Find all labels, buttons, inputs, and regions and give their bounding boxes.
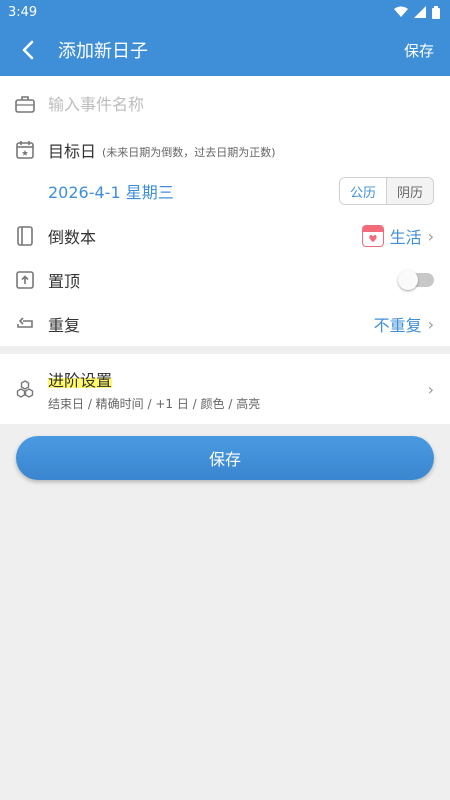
repeat-value: 不重复 — [373, 316, 422, 335]
chevron-right-icon: › — [427, 314, 434, 334]
book-icon — [14, 225, 36, 247]
app-bar: 添加新日子 保存 — [0, 24, 450, 76]
target-date-label: 目标日 — [48, 142, 97, 161]
lunar-calendar-option[interactable]: 阴历 — [386, 178, 433, 204]
pin-row: 置顶 — [0, 258, 450, 302]
section-divider — [0, 346, 450, 354]
countdown-book-row[interactable]: 倒数本 生活 › — [0, 214, 450, 258]
solar-calendar-option[interactable]: 公历 — [339, 178, 387, 204]
repeat-icon — [14, 313, 36, 335]
toolbar-save-button[interactable]: 保存 — [404, 40, 434, 61]
advanced-settings-subtitle: 结束日 / 精确时间 / +1 日 / 颜色 / 高亮 — [48, 396, 261, 411]
pin-toggle[interactable] — [398, 270, 434, 290]
save-button[interactable]: 保存 — [16, 436, 434, 480]
chevron-right-icon: › — [427, 379, 434, 399]
signal-icon — [414, 6, 426, 18]
repeat-value-group: 不重复 › — [374, 312, 434, 336]
target-date-row: 目标日 (未来日期为倒数，过去日期为正数) — [0, 132, 450, 168]
chevron-right-icon: › — [427, 226, 434, 246]
target-date-hint: (未来日期为倒数，过去日期为正数) — [102, 145, 276, 159]
countdown-book-value: 生活 › — [361, 224, 434, 248]
pin-label: 置顶 — [48, 272, 81, 291]
advanced-settings-title: 进阶设置 — [48, 366, 113, 391]
status-bar: 3:49 — [0, 0, 450, 24]
page-title: 添加新日子 — [58, 41, 148, 62]
date-value[interactable]: 2026-4-1 星期三 — [48, 179, 174, 203]
header: 3:49 添加新日子 保存 — [0, 0, 450, 76]
system-icons — [394, 5, 440, 19]
event-name-row — [0, 76, 450, 132]
advanced-settings-row[interactable]: 进阶设置 结束日 / 精确时间 / +1 日 / 颜色 / 高亮 › — [0, 354, 450, 424]
life-book-icon — [361, 225, 384, 247]
wifi-icon — [394, 6, 408, 17]
status-time: 3:49 — [8, 4, 38, 20]
event-form: 目标日 (未来日期为倒数，过去日期为正数) 2026-4-1 星期三 公历 阴历… — [0, 76, 450, 346]
calendar-icon — [14, 139, 36, 161]
battery-icon — [432, 5, 440, 19]
repeat-row[interactable]: 重复 不重复 › — [0, 302, 450, 346]
event-name-input[interactable] — [48, 94, 434, 114]
save-button-container: 保存 — [0, 424, 450, 492]
repeat-label: 重复 — [48, 316, 81, 335]
briefcase-icon — [14, 93, 36, 115]
calendar-type-toggle: 公历 阴历 — [338, 177, 434, 205]
countdown-book-name: 生活 — [389, 228, 422, 247]
date-row: 2026-4-1 星期三 公历 阴历 — [0, 168, 450, 214]
advanced-settings-text: 进阶设置 结束日 / 精确时间 / +1 日 / 颜色 / 高亮 — [48, 366, 261, 412]
pin-top-icon — [14, 269, 36, 291]
cubes-icon — [14, 378, 36, 400]
back-arrow-icon[interactable] — [14, 36, 42, 64]
countdown-book-label: 倒数本 — [48, 228, 97, 247]
